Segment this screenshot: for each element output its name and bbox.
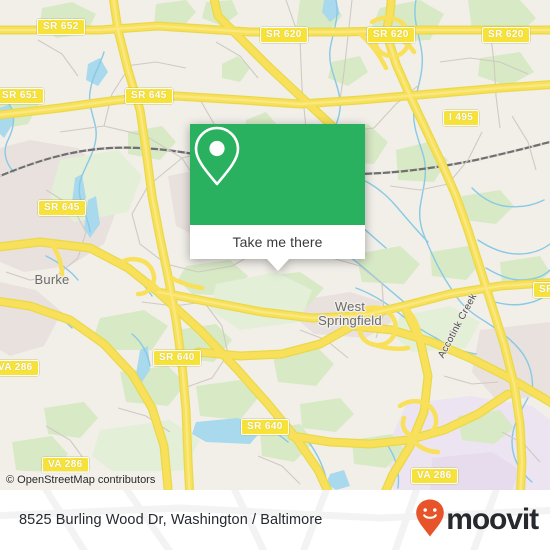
shield-sr-651[interactable]: SR 651 (0, 88, 44, 104)
osm-attribution[interactable]: © OpenStreetMap contributors (0, 471, 163, 490)
shield-sr-620-c[interactable]: SR 620 (367, 27, 415, 43)
shield-i-495[interactable]: I 495 (443, 110, 480, 126)
map-canvas[interactable]: Burke West Springfield Accotink Creek SR… (0, 0, 550, 490)
shield-sr-640-n[interactable]: SR 640 (153, 350, 201, 366)
map-screenshot: Burke West Springfield Accotink Creek SR… (0, 0, 550, 550)
shield-sr-652[interactable]: SR 652 (37, 19, 85, 35)
moovit-brand[interactable]: moovit (415, 498, 539, 543)
address-label: 8525 Burling Wood Dr, Washington / Balti… (19, 512, 323, 528)
take-me-there-callout[interactable]: Take me there (190, 124, 365, 271)
shield-sr-right[interactable]: SR (533, 282, 550, 298)
callout-action-bar[interactable]: Take me there (190, 225, 365, 259)
footer-bar: 8525 Burling Wood Dr, Washington / Balti… (0, 490, 550, 550)
moovit-smiley-pin-icon (415, 498, 445, 543)
callout-green-panel (190, 124, 365, 225)
shield-sr-640-e[interactable]: SR 640 (241, 419, 289, 435)
shield-sr-620-e[interactable]: SR 620 (482, 27, 530, 43)
shield-sr-620-w[interactable]: SR 620 (260, 27, 308, 43)
moovit-wordmark: moovit (446, 503, 539, 536)
shield-sr-645-n[interactable]: SR 645 (125, 88, 173, 104)
shield-va-286-w[interactable]: VA 286 (0, 360, 39, 376)
shield-sr-645-s[interactable]: SR 645 (38, 200, 86, 216)
shield-va-286-se[interactable]: VA 286 (411, 468, 458, 484)
callout-pointer (267, 259, 289, 271)
take-me-there-label: Take me there (232, 234, 323, 250)
